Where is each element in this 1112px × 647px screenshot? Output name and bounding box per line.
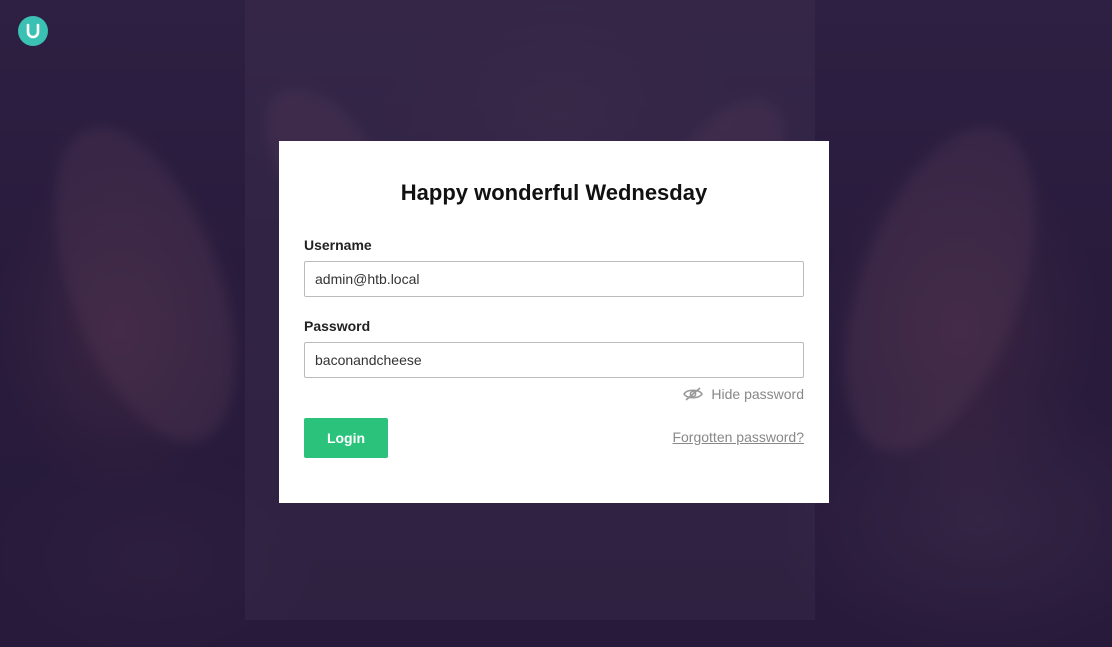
- hide-password-toggle[interactable]: Hide password: [683, 386, 804, 402]
- u-glyph-icon: [26, 23, 40, 39]
- username-input[interactable]: [304, 261, 804, 297]
- password-label: Password: [304, 318, 371, 334]
- umbraco-logo-icon[interactable]: [18, 16, 48, 46]
- greeting-title: Happy wonderful Wednesday: [400, 180, 708, 205]
- hide-password-label: Hide password: [711, 386, 804, 402]
- login-button[interactable]: Login: [304, 418, 388, 458]
- forgot-password-link[interactable]: Forgotten password?: [672, 429, 804, 445]
- login-card: Happy wonderful Wednesday Username Passw…: [279, 141, 829, 503]
- password-input[interactable]: [304, 342, 804, 378]
- eye-slash-icon: [683, 387, 704, 401]
- username-label: Username: [304, 237, 372, 253]
